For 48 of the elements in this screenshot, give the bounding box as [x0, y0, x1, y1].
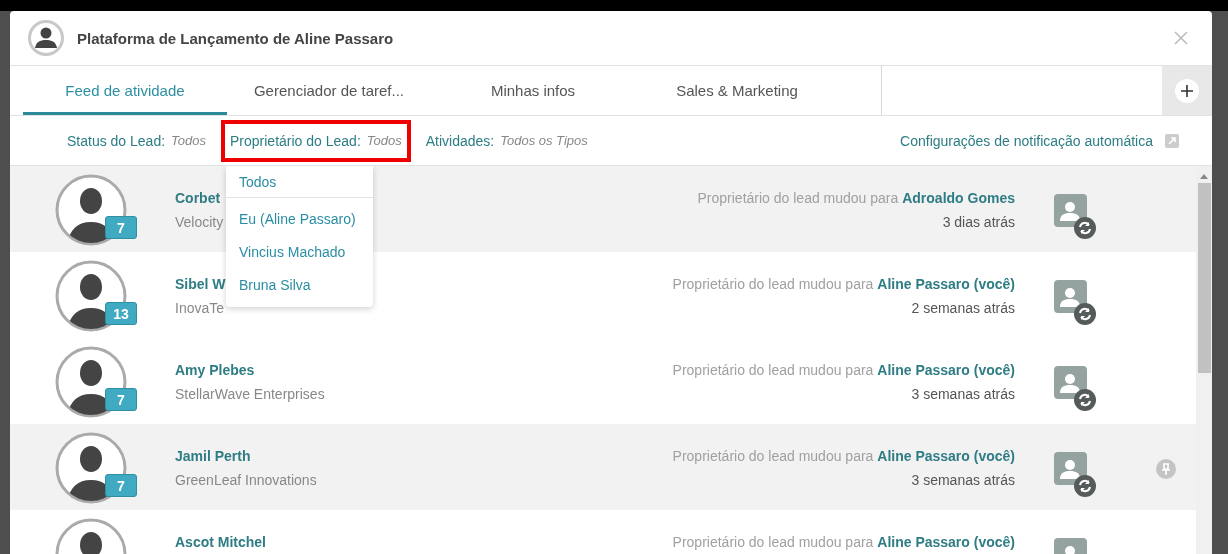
- activity-message: Proprietário do lead mudou para Aline Passaro (você): [671, 448, 1015, 464]
- count-badge: 7: [105, 216, 137, 239]
- contact-name[interactable]: Ascot Mitchel: [175, 534, 266, 550]
- company-name: GreenLeaf Innovations: [175, 472, 317, 488]
- filter-label[interactable]: Status do Lead:: [67, 132, 166, 149]
- count-badge: 13: [105, 302, 137, 325]
- user-avatar-icon: [28, 20, 64, 56]
- menu-item[interactable]: Vincius Machado: [226, 235, 373, 268]
- tab[interactable]: Minhas infos: [431, 66, 635, 115]
- activity-time: 3 semanas atrás: [910, 472, 1015, 488]
- owner-change-icon: [1054, 280, 1098, 326]
- menu-item[interactable]: Todos: [226, 166, 373, 197]
- menu-item[interactable]: Bruna Silva: [226, 268, 373, 301]
- contact-name[interactable]: Corbet: [175, 190, 221, 206]
- activity-time: 3 dias atrás: [941, 214, 1015, 230]
- activity-message: Proprietário do lead mudou para Aline Passaro (você): [671, 276, 1015, 292]
- filter-value[interactable]: Todos: [366, 133, 402, 148]
- filter-value[interactable]: Todos: [171, 133, 206, 148]
- pin-icon[interactable]: [1156, 459, 1176, 479]
- activity-message: Proprietário do lead mudou para Aline Passaro (você): [671, 362, 1015, 378]
- plus-icon[interactable]: [1174, 77, 1200, 104]
- scrollbar[interactable]: [1196, 166, 1212, 554]
- window-title: Plataforma de Lançamento de Aline Passaro: [77, 29, 395, 47]
- filter-label[interactable]: Proprietário do Lead:: [230, 132, 361, 149]
- activity-time: 2 semanas atrás: [910, 300, 1015, 316]
- company-name: Velocity: [175, 214, 224, 230]
- company-name: InovaTe: [175, 300, 225, 316]
- owner-change-icon: [1054, 194, 1098, 240]
- filter-value[interactable]: Todos os Tipos: [500, 133, 588, 148]
- tab[interactable]: Sales & Marketing: [635, 66, 839, 115]
- tab[interactable]: Feed de atividade: [23, 66, 227, 115]
- activity-message: Proprietário do lead mudou para Adroaldo Gomes: [696, 190, 1015, 206]
- activity-time: 3 semanas atrás: [910, 386, 1015, 402]
- external-link-icon[interactable]: [1165, 133, 1179, 148]
- count-badge: 7: [105, 474, 137, 497]
- notification-settings-link[interactable]: Configurações de notificação automática: [900, 132, 1153, 149]
- contact-name[interactable]: Amy Plebes: [175, 362, 255, 378]
- filter-label[interactable]: Atividades:: [425, 132, 495, 149]
- company-name: StellarWave Enterprises: [175, 386, 325, 402]
- tab[interactable]: Gerenciador de taref...: [227, 66, 431, 115]
- activity-message: Proprietário do lead mudou para Aline Passaro (você): [671, 534, 1015, 550]
- contact-name[interactable]: Jamil Perth: [175, 448, 251, 464]
- menu-item[interactable]: Eu (Aline Passaro): [226, 202, 373, 235]
- contact-name[interactable]: Sibel W: [175, 276, 226, 292]
- owner-change-icon: [1054, 452, 1098, 498]
- count-badge: 7: [105, 388, 137, 411]
- owner-change-icon: [1054, 366, 1098, 412]
- close-icon[interactable]: [1174, 31, 1188, 45]
